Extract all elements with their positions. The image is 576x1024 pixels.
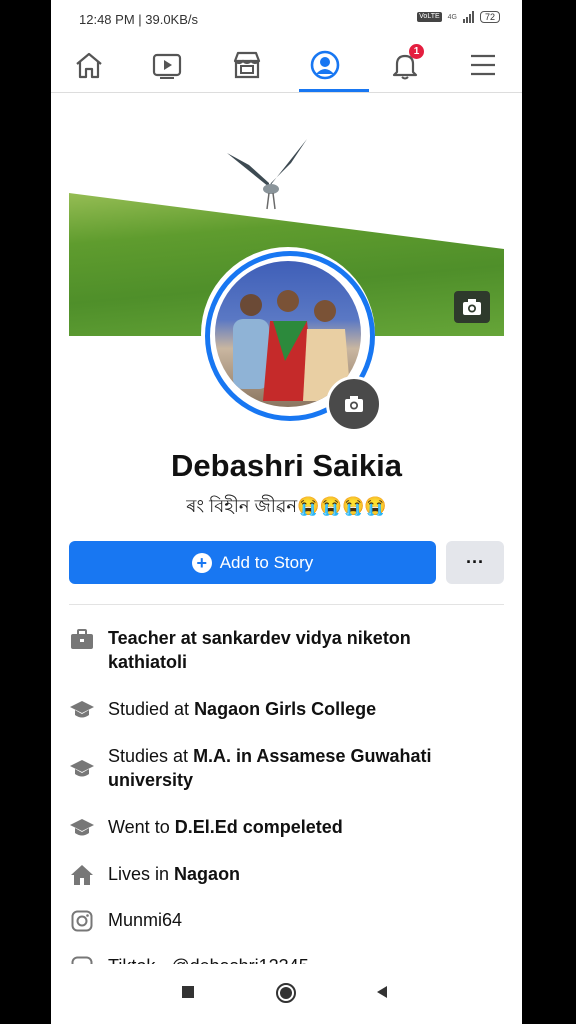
studied-prefix: Studied at [108, 699, 195, 719]
info-went[interactable]: Went to D.El.Ed compeleted [69, 815, 489, 841]
status-bar: 12:48 PM | 39.0KB/s VoLTE 4G 72 [51, 0, 522, 38]
battery-icon: 72 [479, 11, 500, 23]
back-icon[interactable] [374, 984, 390, 1000]
work-value: Teacher at sankardev vidya niketon kathi… [108, 628, 411, 672]
graduation-cap-icon [69, 756, 95, 782]
nav-menu[interactable] [453, 38, 513, 92]
network-type: 4G [447, 13, 457, 21]
divider [69, 604, 504, 605]
instagram-handle: Munmi64 [108, 910, 183, 930]
add-to-story-button[interactable]: + Add to Story [69, 541, 436, 584]
nav-notifications[interactable]: 1 [375, 38, 435, 92]
cover-camera-button[interactable] [454, 291, 490, 323]
signal-icon [462, 11, 474, 23]
nav-profile[interactable] [295, 38, 369, 92]
info-studies[interactable]: Studies at M.A. in Assamese Guwahati uni… [69, 744, 489, 792]
lives-value: Nagaon [174, 864, 241, 884]
info-work[interactable]: Teacher at sankardev vidya niketon kathi… [69, 626, 489, 674]
went-value: D.El.Ed compeleted [174, 817, 343, 837]
went-prefix: Went to [108, 817, 175, 837]
info-lives[interactable]: Lives in Nagaon [69, 862, 489, 888]
nav-watch[interactable] [137, 38, 197, 92]
stop-icon[interactable] [180, 984, 196, 1000]
nav-home[interactable] [59, 38, 119, 92]
house-icon [69, 862, 95, 888]
add-to-story-label: Add to Story [219, 552, 314, 572]
notification-badge: 1 [409, 44, 424, 59]
bird-image [227, 139, 307, 210]
studies-prefix: Studies at [108, 746, 194, 766]
profile-icon [310, 50, 340, 80]
home-icon [76, 52, 102, 79]
more-options-button[interactable]: ··· [446, 541, 504, 584]
lives-prefix: Lives in [108, 864, 175, 884]
status-icons: VoLTE 4G 72 [417, 11, 500, 23]
home-circle-icon[interactable] [275, 982, 297, 1004]
studied-value: Nagaon Girls College [194, 699, 377, 719]
briefcase-icon [69, 626, 95, 652]
graduation-cap-icon [69, 697, 95, 723]
active-tab-indicator [299, 89, 369, 92]
camera-icon [345, 396, 363, 412]
camera-icon [463, 299, 481, 315]
system-nav-bar [51, 964, 522, 1024]
profile-name: Debashri Saikia [171, 448, 402, 483]
profile-bio: ৰং বিহীন জীৱন😭😭😭😭 [186, 496, 387, 516]
top-nav: 1 [51, 38, 522, 93]
volte-badge: VoLTE [417, 12, 442, 22]
instagram-icon [69, 908, 95, 934]
phone-screen: 12:48 PM | 39.0KB/s VoLTE 4G 72 1 Debash… [51, 0, 522, 1024]
menu-icon [471, 54, 495, 76]
marketplace-icon [233, 51, 261, 79]
plus-icon: + [191, 552, 212, 573]
status-time: 12:48 PM | 39.0KB/s [79, 12, 198, 27]
graduation-cap-icon [69, 815, 95, 841]
info-instagram[interactable]: Munmi64 [69, 908, 489, 934]
info-studied[interactable]: Studied at Nagaon Girls College [69, 697, 489, 723]
video-icon [152, 53, 182, 79]
avatar-camera-button[interactable] [326, 376, 382, 432]
nav-marketplace[interactable] [217, 38, 277, 92]
